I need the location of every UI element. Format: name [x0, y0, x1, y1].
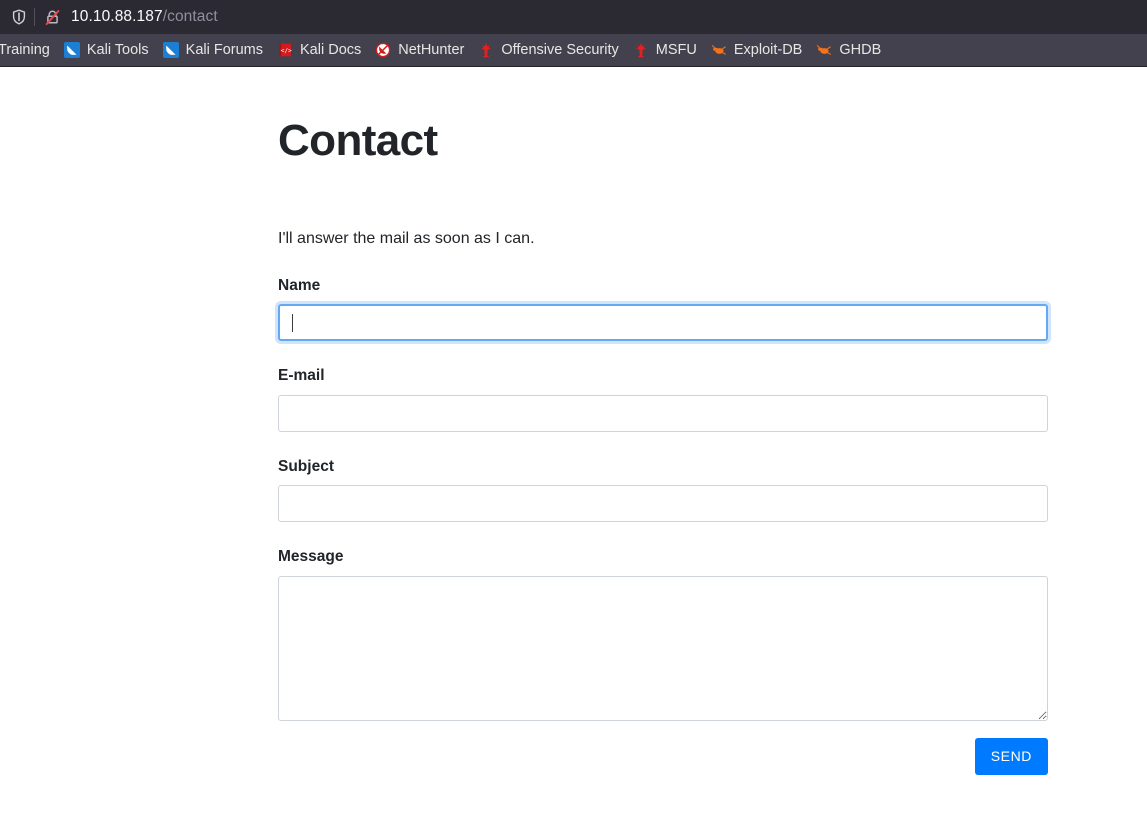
- offsec-dragon-icon: [633, 42, 649, 58]
- label-subject: Subject: [278, 457, 334, 475]
- bookmark-label: NetHunter: [398, 41, 465, 58]
- bookmark-offensive-security[interactable]: Offensive Security: [471, 38, 625, 63]
- chrome-divider: [34, 8, 35, 26]
- page-content: Contact I'll answer the mail as soon as …: [0, 67, 1147, 823]
- subject-input[interactable]: [278, 485, 1048, 523]
- bookmark-label: MSFU: [655, 41, 697, 58]
- bookmark-training[interactable]: Training: [0, 38, 57, 63]
- svg-text:</>: </>: [281, 48, 292, 55]
- shield-icon[interactable]: [6, 4, 32, 30]
- kali-dragon-blue-icon: [63, 42, 80, 58]
- url-bar[interactable]: 10.10.88.187/contact: [0, 0, 1147, 34]
- url-host: 10.10.88.187: [71, 8, 163, 26]
- intro-text: I'll answer the mail as soon as I can.: [278, 229, 535, 247]
- bookmark-kali-docs[interactable]: </> Kali Docs: [270, 38, 368, 63]
- bookmark-label: Exploit-DB: [733, 41, 803, 58]
- offsec-dragon-icon: [478, 42, 494, 58]
- bookmark-msfu[interactable]: MSFU: [626, 38, 704, 63]
- bookmark-label: Training: [0, 41, 50, 58]
- url-text[interactable]: 10.10.88.187/contact: [71, 9, 218, 25]
- label-email: E-mail: [278, 367, 325, 385]
- bookmark-label: Offensive Security: [501, 41, 619, 58]
- bookmarks-bar: Training Kali Tools Kali Forums </> Kali…: [0, 34, 1147, 67]
- label-name: Name: [278, 276, 321, 294]
- kali-docs-book-icon: </>: [277, 42, 293, 58]
- bookmark-label: GHDB: [839, 41, 882, 58]
- label-message: Message: [278, 548, 344, 566]
- page-title: Contact: [278, 116, 438, 165]
- bookmark-label: Kali Tools: [86, 41, 149, 58]
- text-caret: [292, 314, 293, 333]
- name-input[interactable]: [278, 304, 1048, 342]
- send-row: SEND: [278, 721, 1048, 775]
- bookmark-kali-forums[interactable]: Kali Forums: [156, 38, 270, 63]
- form-group-email: E-mail: [278, 341, 1048, 432]
- send-button[interactable]: SEND: [974, 737, 1048, 775]
- form-group-subject: Subject: [278, 432, 1048, 523]
- nethunter-icon: [375, 42, 391, 58]
- message-textarea[interactable]: [278, 575, 1048, 721]
- browser-chrome: 10.10.88.187/contact Training Kali Tools: [0, 0, 1147, 67]
- kali-dragon-blue-icon: [162, 42, 179, 58]
- bookmark-nethunter[interactable]: NetHunter: [368, 38, 471, 63]
- form-group-message: Message: [278, 522, 1048, 721]
- exploitdb-bug-icon: [816, 42, 832, 58]
- email-input[interactable]: [278, 394, 1048, 432]
- form-group-name: Name: [278, 251, 1048, 342]
- contact-form-container: Contact I'll answer the mail as soon as …: [278, 67, 1048, 775]
- exploitdb-bug-icon: [711, 42, 727, 58]
- url-path: /contact: [162, 8, 218, 26]
- bookmark-exploit-db[interactable]: Exploit-DB: [704, 38, 810, 63]
- bookmark-ghdb[interactable]: GHDB: [809, 38, 888, 63]
- bookmark-label: Kali Forums: [185, 41, 264, 58]
- lock-crossed-icon[interactable]: [39, 4, 65, 30]
- bookmark-label: Kali Docs: [300, 41, 362, 58]
- name-input-wrap: [278, 304, 1048, 342]
- bookmark-kali-tools[interactable]: Kali Tools: [57, 38, 156, 63]
